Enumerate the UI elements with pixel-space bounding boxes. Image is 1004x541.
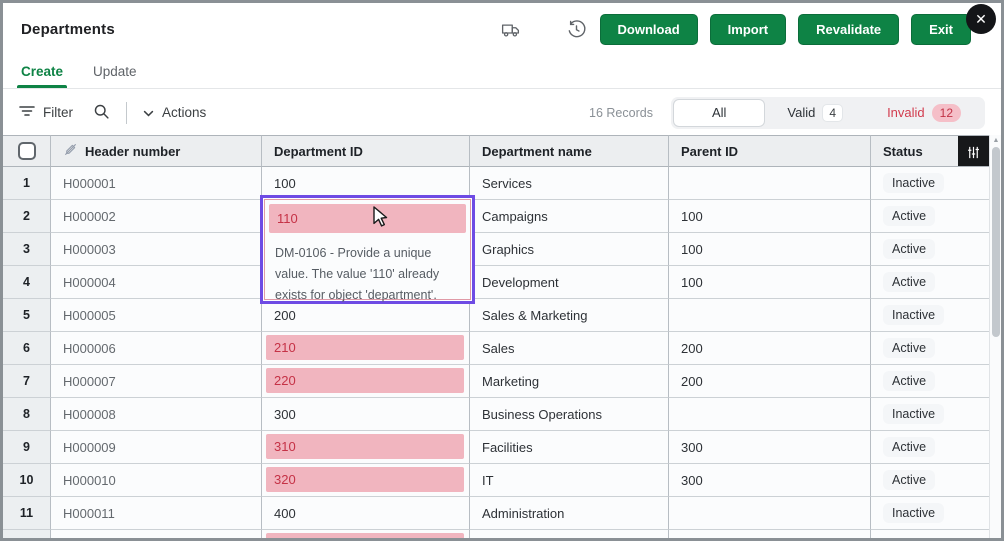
invalid-label: Invalid <box>887 105 925 120</box>
col-department-name[interactable]: Department name <box>470 135 669 167</box>
table-row[interactable]: 10 H000010 320 IT 300 Active <box>3 464 989 497</box>
error-annotation-box: 110 DM-0106 - Provide a unique value. Th… <box>260 195 475 304</box>
search-button[interactable] <box>93 103 110 123</box>
error-cell[interactable]: 210 <box>262 332 470 365</box>
status-badge: Inactive <box>883 305 944 326</box>
sliders-icon <box>966 145 981 160</box>
select-all-checkbox[interactable] <box>18 142 36 160</box>
table-row[interactable]: 7 H000007 220 Marketing 200 Active <box>3 365 989 398</box>
scrollbar-thumb[interactable] <box>992 147 1000 337</box>
status-badge: Active <box>883 470 935 491</box>
error-cell[interactable]: 220 <box>262 365 470 398</box>
status-badge: Inactive <box>883 173 944 194</box>
revalidate-button[interactable]: Revalidate <box>798 14 899 45</box>
records-count: 16 Records <box>589 106 653 120</box>
history-icon[interactable] <box>566 18 588 40</box>
col-header-number[interactable]: Header number <box>85 144 180 159</box>
filter-icon <box>19 104 35 121</box>
mode-tabs: Create Update <box>3 55 1001 89</box>
validity-filter: All Valid 4 Invalid 12 <box>671 97 985 129</box>
table-header-row: Header number Department ID Department n… <box>3 135 989 167</box>
segment-valid[interactable]: Valid 4 <box>765 99 865 127</box>
toolbar-divider <box>126 102 127 124</box>
status-badge: Inactive <box>883 503 944 524</box>
import-button[interactable]: Import <box>710 14 786 45</box>
table-row[interactable]: 6 H000006 210 Sales 200 Active <box>3 332 989 365</box>
table-row-partial[interactable] <box>3 530 989 538</box>
page-title: Departments <box>21 21 115 38</box>
valid-count-badge: 4 <box>822 104 843 122</box>
records-table: Header number Department ID Department n… <box>3 135 989 538</box>
segment-invalid[interactable]: Invalid 12 <box>865 99 983 127</box>
status-badge: Active <box>883 371 935 392</box>
status-badge: Active <box>883 206 935 227</box>
scrollbar-up-arrow[interactable]: ▲ <box>992 137 1000 145</box>
truck-icon[interactable] <box>500 18 522 40</box>
table-row[interactable]: 2 H000002 Campaigns 100 Active <box>3 200 989 233</box>
col-department-id[interactable]: Department ID <box>262 135 470 167</box>
vertical-scrollbar[interactable]: ▲ <box>989 135 1001 538</box>
table-row[interactable]: 5 H000005 200 Sales & Marketing Inactive <box>3 299 989 332</box>
table-row[interactable]: 4 H000004 Development 100 Active <box>3 266 989 299</box>
departments-window: Departments Download Import Revalidate E… <box>0 0 1004 541</box>
error-cell-value[interactable]: 110 <box>269 204 466 233</box>
no-edit-icon <box>63 142 78 160</box>
status-badge: Active <box>883 338 935 359</box>
table-row[interactable]: 9 H000009 310 Facilities 300 Active <box>3 431 989 464</box>
error-cell[interactable]: 320 <box>262 464 470 497</box>
filter-button[interactable]: Filter <box>19 104 73 121</box>
actions-menu[interactable]: Actions <box>143 105 206 120</box>
tab-create[interactable]: Create <box>21 55 63 88</box>
error-message: DM-0106 - Provide a unique value. The va… <box>265 237 470 306</box>
status-badge: Inactive <box>883 404 944 425</box>
search-icon <box>93 103 110 123</box>
status-badge: Active <box>883 272 935 293</box>
close-button[interactable]: ✕ <box>966 4 996 34</box>
chevron-down-icon <box>143 105 154 120</box>
error-cell[interactable] <box>262 530 470 538</box>
mouse-cursor-icon <box>373 206 393 233</box>
download-button[interactable]: Download <box>600 14 698 45</box>
invalid-count-badge: 12 <box>932 104 961 122</box>
col-parent-id[interactable]: Parent ID <box>669 135 871 167</box>
exit-button[interactable]: Exit <box>911 14 971 45</box>
table-row[interactable]: 8 H000008 300 Business Operations Inacti… <box>3 398 989 431</box>
toolbar: Filter Actions 16 Records All Valid 4 <box>3 90 1001 135</box>
segment-all[interactable]: All <box>673 99 765 127</box>
valid-label: Valid <box>787 105 815 120</box>
tab-update[interactable]: Update <box>93 55 137 88</box>
col-status[interactable]: Status <box>871 135 989 167</box>
window-header: Departments Download Import Revalidate E… <box>3 3 1001 55</box>
close-icon: ✕ <box>975 11 987 28</box>
error-tooltip: 110 DM-0106 - Provide a unique value. Th… <box>264 199 471 300</box>
status-badge: Active <box>883 437 935 458</box>
filter-label: Filter <box>43 105 73 120</box>
table-row[interactable]: 1 H000001 100 Services Inactive <box>3 167 989 200</box>
actions-label: Actions <box>162 105 206 120</box>
table-row[interactable]: 11 H000011 400 Administration Inactive <box>3 497 989 530</box>
error-cell[interactable]: 310 <box>262 431 470 464</box>
table-row[interactable]: 3 H000003 Graphics 100 Active <box>3 233 989 266</box>
column-settings-button[interactable] <box>958 136 989 167</box>
status-badge: Active <box>883 239 935 260</box>
